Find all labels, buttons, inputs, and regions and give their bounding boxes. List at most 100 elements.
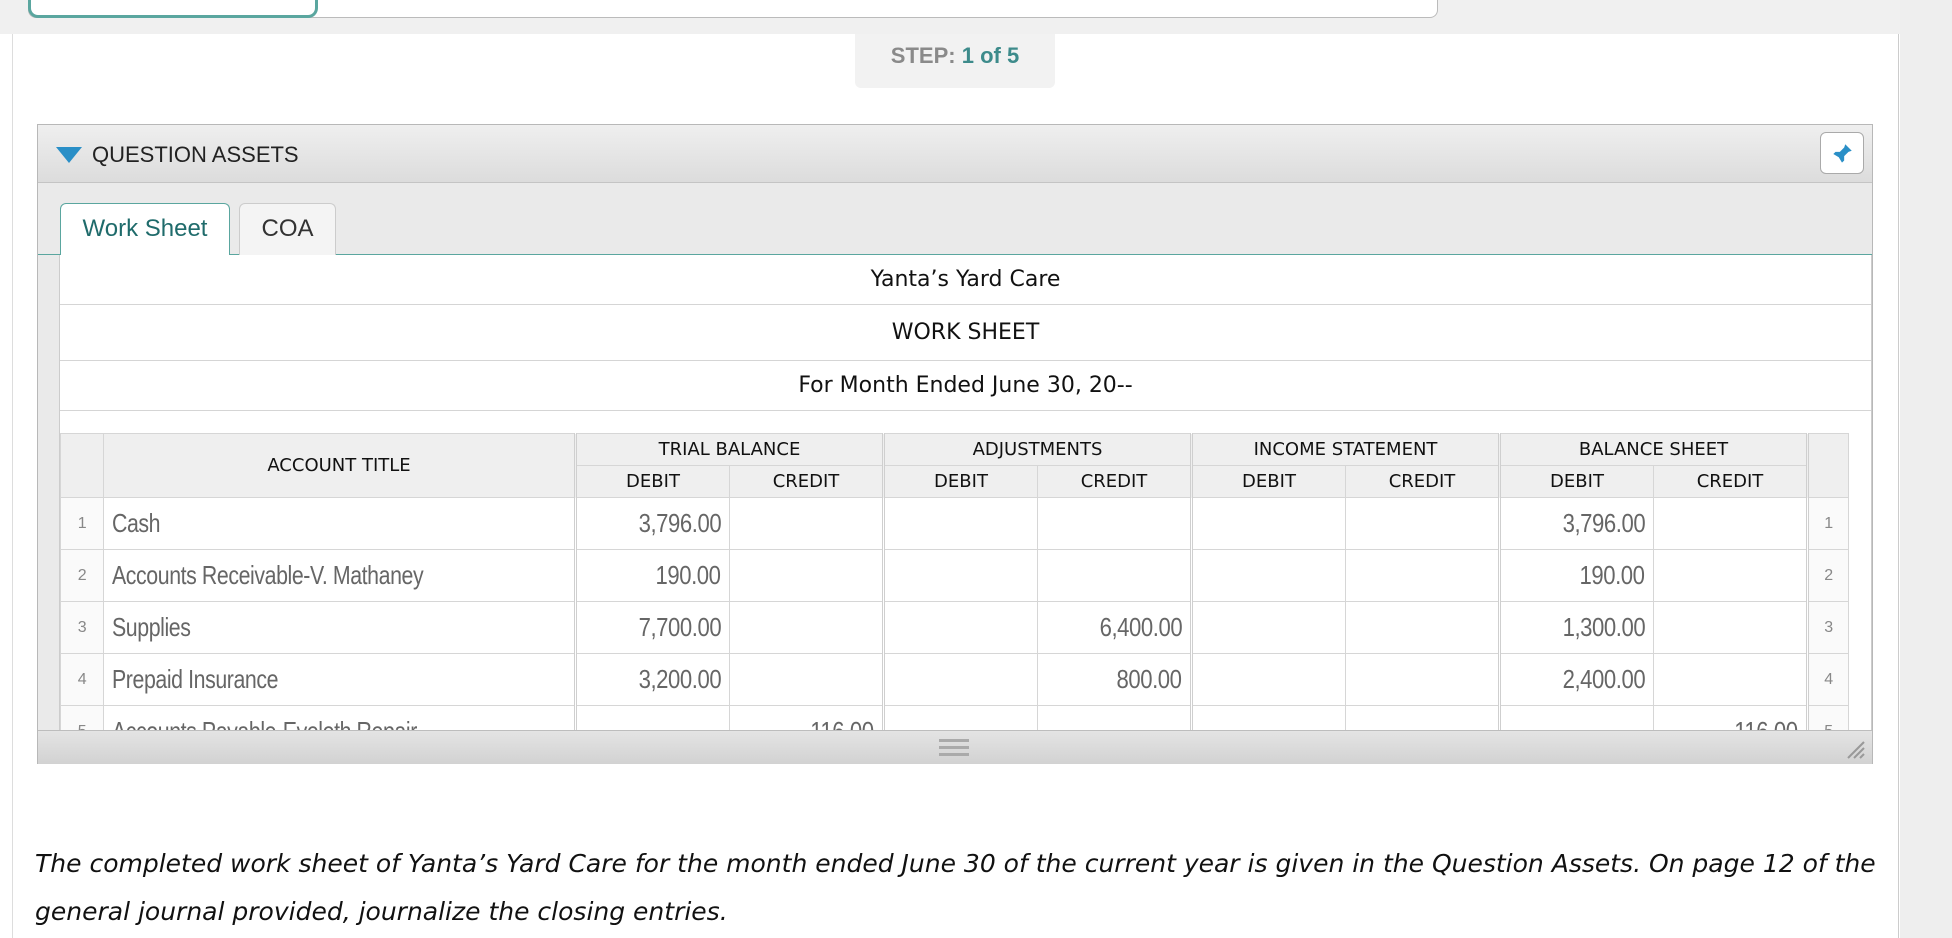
account-title-cell: Prepaid Insurance bbox=[103, 653, 577, 706]
is-debit-cell bbox=[1191, 549, 1346, 602]
top-bar bbox=[0, 0, 1900, 34]
is-credit-cell bbox=[1345, 497, 1501, 550]
bs-credit-cell bbox=[1653, 549, 1809, 602]
step-value: 1 of 5 bbox=[961, 43, 1020, 68]
adjustments-header: ADJUSTMENTS bbox=[883, 433, 1193, 466]
adj-debit-cell bbox=[883, 601, 1038, 654]
bs-credit-cell bbox=[1653, 497, 1809, 550]
drag-handle-icon[interactable] bbox=[939, 739, 969, 757]
header-spacer bbox=[60, 411, 1871, 433]
tab-coa[interactable]: COA bbox=[239, 203, 336, 255]
step-indicator: STEP: 1 of 5 bbox=[855, 34, 1055, 88]
bs-debit-cell: 190.00 bbox=[1499, 549, 1654, 602]
resize-corner-icon[interactable] bbox=[1844, 738, 1866, 760]
work-sheet-table: ACCOUNT TITLE TRIAL BALANCE ADJUSTMENTS … bbox=[60, 433, 1849, 730]
table-row: 4 Prepaid Insurance 3,200.00 800.00 2,40… bbox=[60, 653, 1849, 706]
table-row: 2 Accounts Receivable-V. Mathaney 190.00… bbox=[60, 549, 1849, 602]
line-number-right: 2 bbox=[1807, 549, 1849, 602]
adj-debit-cell bbox=[883, 549, 1038, 602]
table-row: 1 Cash 3,796.00 3,796.00 1 bbox=[60, 497, 1849, 550]
line-number: 1 bbox=[60, 497, 104, 550]
instruction-text: The completed work sheet of Yanta’s Yard… bbox=[35, 849, 1876, 926]
tb-debit-cell: 3,796.00 bbox=[575, 497, 730, 550]
line-number-header-right bbox=[1807, 433, 1849, 498]
tb-debit-cell: 3,200.00 bbox=[575, 653, 730, 706]
panel-title: QUESTION ASSETS bbox=[92, 142, 299, 167]
bs-debit-cell: 2,400.00 bbox=[1499, 653, 1654, 706]
adj-debit-cell bbox=[883, 653, 1038, 706]
is-debit-cell bbox=[1191, 653, 1346, 706]
tb-credit-header: CREDIT bbox=[729, 465, 885, 498]
tb-debit-cell: 190.00 bbox=[575, 549, 730, 602]
pin-icon[interactable] bbox=[1820, 132, 1864, 174]
tb-credit-cell bbox=[729, 653, 885, 706]
right-margin bbox=[1900, 0, 1952, 938]
line-number: 3 bbox=[60, 601, 104, 654]
bs-credit-cell bbox=[1653, 601, 1809, 654]
bs-credit-cell: 116.00 bbox=[1653, 705, 1809, 730]
step-label: STEP: bbox=[890, 43, 956, 68]
line-number-header bbox=[60, 433, 104, 498]
is-credit-header: CREDIT bbox=[1345, 465, 1501, 498]
adj-credit-cell bbox=[1037, 497, 1193, 550]
balance-sheet-header: BALANCE SHEET bbox=[1499, 433, 1809, 466]
account-title-header: ACCOUNT TITLE bbox=[103, 433, 577, 498]
is-debit-cell bbox=[1191, 601, 1346, 654]
adj-credit-cell bbox=[1037, 705, 1193, 730]
collapse-triangle-icon[interactable] bbox=[56, 147, 82, 163]
adj-debit-header: DEBIT bbox=[883, 465, 1038, 498]
is-credit-cell bbox=[1345, 705, 1501, 730]
bs-credit-header: CREDIT bbox=[1653, 465, 1809, 498]
is-debit-cell bbox=[1191, 705, 1346, 730]
adj-debit-cell bbox=[883, 705, 1038, 730]
tb-credit-cell bbox=[729, 601, 885, 654]
content-right-border bbox=[1898, 34, 1899, 938]
is-debit-cell bbox=[1191, 497, 1346, 550]
bs-debit-cell bbox=[1499, 705, 1654, 730]
tb-debit-cell: 7,700.00 bbox=[575, 601, 730, 654]
tb-debit-cell bbox=[575, 705, 730, 730]
line-number-right: 3 bbox=[1807, 601, 1849, 654]
company-name: Yanta’s Yard Care bbox=[60, 255, 1871, 305]
is-credit-cell bbox=[1345, 549, 1501, 602]
line-number-right: 1 bbox=[1807, 497, 1849, 550]
table-row: 3 Supplies 7,700.00 6,400.00 1,300.00 3 bbox=[60, 601, 1849, 654]
account-title-cell: Accounts Receivable-V. Mathaney bbox=[103, 549, 577, 602]
is-credit-cell bbox=[1345, 601, 1501, 654]
account-title-cell: Cash bbox=[103, 497, 577, 550]
account-title-cell: Accounts Payable-Eveleth Repair bbox=[103, 705, 577, 730]
trial-balance-header: TRIAL BALANCE bbox=[575, 433, 885, 466]
adj-credit-cell: 6,400.00 bbox=[1037, 601, 1193, 654]
tab-work-sheet[interactable]: Work Sheet bbox=[60, 203, 230, 256]
work-sheet-content[interactable]: Yanta’s Yard Care WORK SHEET For Month E… bbox=[59, 255, 1872, 730]
bs-debit-cell: 1,300.00 bbox=[1499, 601, 1654, 654]
adj-credit-cell: 800.00 bbox=[1037, 653, 1193, 706]
is-debit-header: DEBIT bbox=[1191, 465, 1346, 498]
income-statement-header: INCOME STATEMENT bbox=[1191, 433, 1501, 466]
question-assets-panel: QUESTION ASSETS Work Sheet COA Yanta’s Y… bbox=[37, 124, 1873, 764]
adj-credit-header: CREDIT bbox=[1037, 465, 1193, 498]
account-title-cell: Supplies bbox=[103, 601, 577, 654]
line-number-right: 5 bbox=[1807, 705, 1849, 730]
bs-credit-cell bbox=[1653, 653, 1809, 706]
bs-debit-header: DEBIT bbox=[1499, 465, 1654, 498]
line-number-right: 4 bbox=[1807, 653, 1849, 706]
asset-tabs: Work Sheet COA bbox=[38, 183, 1872, 256]
line-number: 4 bbox=[60, 653, 104, 706]
table-row: 5 Accounts Payable-Eveleth Repair 116.00… bbox=[60, 705, 1849, 730]
is-credit-cell bbox=[1345, 653, 1501, 706]
panel-footer bbox=[38, 730, 1872, 764]
tb-credit-cell bbox=[729, 549, 885, 602]
adj-debit-cell bbox=[883, 497, 1038, 550]
panel-header[interactable]: QUESTION ASSETS bbox=[38, 125, 1872, 183]
step-navigation-active-tab[interactable] bbox=[28, 0, 318, 18]
tb-credit-cell: 116.00 bbox=[729, 705, 885, 730]
tb-debit-header: DEBIT bbox=[575, 465, 730, 498]
line-number: 2 bbox=[60, 549, 104, 602]
sheet-period: For Month Ended June 30, 20-- bbox=[60, 361, 1871, 411]
sheet-title: WORK SHEET bbox=[60, 305, 1871, 361]
tb-credit-cell bbox=[729, 497, 885, 550]
bs-debit-cell: 3,796.00 bbox=[1499, 497, 1654, 550]
line-number: 5 bbox=[60, 705, 104, 730]
content-left-border bbox=[12, 34, 13, 938]
